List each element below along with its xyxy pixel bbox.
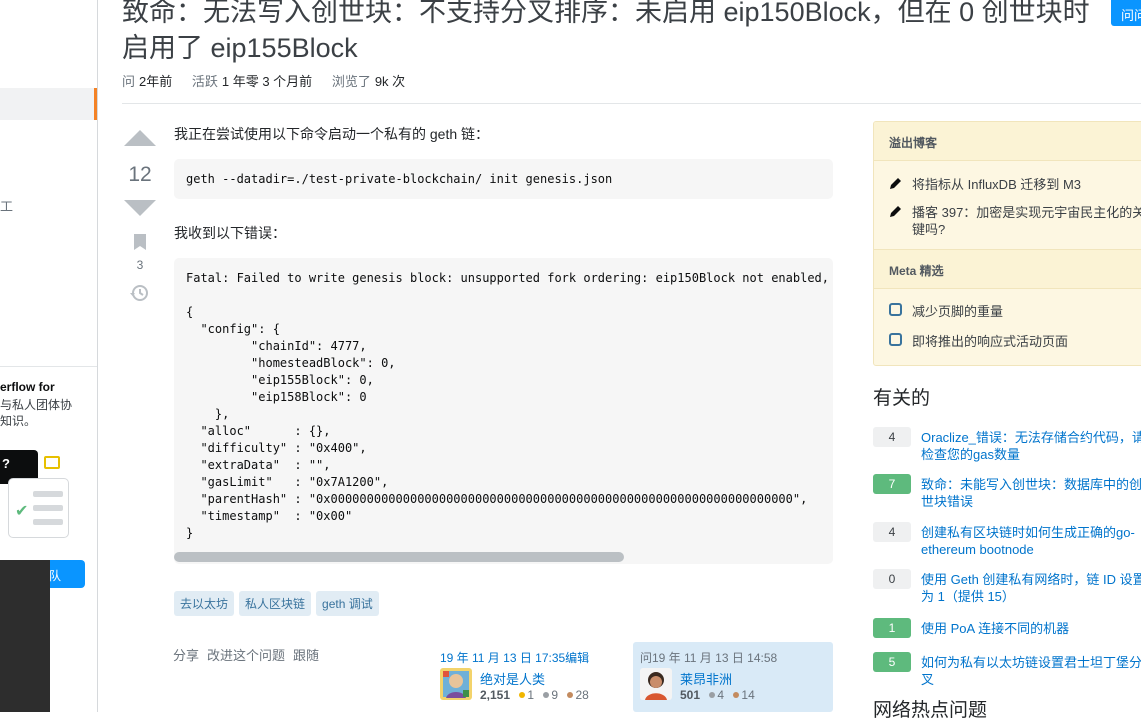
owner-stats: 501 4 14 xyxy=(680,688,755,702)
post-menu: 分享 改进这个问题 跟随 xyxy=(173,645,319,664)
bookmark-icon[interactable] xyxy=(134,234,146,250)
bronze-badge-icon xyxy=(733,692,740,698)
tag-list: 去以太坊 私人区块链 geth 调试 xyxy=(174,591,379,616)
reputation-score: 501 xyxy=(680,688,701,702)
avatar[interactable] xyxy=(640,668,672,700)
related-score-badge: 0 xyxy=(873,569,911,589)
illustration-line xyxy=(33,491,63,497)
promo-title: erflow for xyxy=(0,380,55,394)
meta-viewed: 浏览了 9k 次 xyxy=(331,74,406,89)
related-question-link[interactable]: 使用 Geth 创建私有网络时，链 ID 设置为 1（提供 15） xyxy=(921,571,1141,605)
overflow-blog-widget: 溢出博客 将指标从 InfluxDB 迁移到 M3 播客 397：加密是实现元宇… xyxy=(873,121,1141,366)
error-code-block: Fatal: Failed to write genesis block: un… xyxy=(174,258,833,564)
sidebar-nav-item[interactable]: 工 xyxy=(0,196,13,215)
chat-bubble-icon xyxy=(889,303,902,320)
left-sidebar: 工 erflow for 与私人团体协知识。 ? ✔ 队 xyxy=(0,0,98,712)
edit-time-link[interactable]: 19 年 11 月 13 日 17:35编辑 xyxy=(440,649,589,666)
check-icon: ✔ xyxy=(15,503,29,520)
promo-illustration: ✔ xyxy=(8,478,69,538)
related-heading: 有关的 xyxy=(873,388,931,409)
header-divider xyxy=(122,103,1141,104)
meta-item[interactable]: 减少页脚的重量 xyxy=(889,303,1141,323)
promo-text: 与私人团体协知识。 xyxy=(0,398,73,428)
error-code: Fatal: Failed to write genesis block: un… xyxy=(186,271,829,540)
downvote-arrow-icon[interactable] xyxy=(124,200,156,216)
tag[interactable]: 去以太坊 xyxy=(174,591,235,616)
history-icon[interactable] xyxy=(129,283,149,303)
command-code-block: geth --datadir=./test-private-blockchain… xyxy=(174,159,833,199)
sidebar-nav-active-item[interactable] xyxy=(0,88,97,120)
related-score-badge: 4 xyxy=(873,522,911,542)
blog-item-link[interactable]: 播客 397：加密是实现元宇宙民主化的关键吗? xyxy=(912,204,1141,238)
question-title[interactable]: 致命：无法写入创世块：不支持分叉排序：未启用 eip150Block，但在 0 … xyxy=(122,0,1097,66)
avatar-image xyxy=(640,668,672,700)
share-link[interactable]: 分享 xyxy=(173,645,199,664)
post-paragraph: 我正在尝试使用以下命令启动一个私有的 geth 链： xyxy=(174,126,490,142)
gold-badge-icon xyxy=(519,692,526,698)
post-paragraph: 我收到以下错误： xyxy=(174,225,286,241)
meta-item-link[interactable]: 即将推出的响应式活动页面 xyxy=(912,333,1141,350)
owner-name[interactable]: 莱昂非洲 xyxy=(680,669,732,688)
command-code: geth --datadir=./test-private-blockchain… xyxy=(186,172,613,186)
hot-questions-heading: 网络热点问题 xyxy=(873,700,988,721)
editor-stats: 2,151 1 9 28 xyxy=(480,688,589,702)
editor-name[interactable]: 绝对是人类 xyxy=(480,669,545,688)
owner-card: 问19 年 11 月 13 日 14:58 莱昂非洲 501 4 14 xyxy=(633,642,833,712)
editor-card: 19 年 11 月 13 日 17:35编辑 绝对是人类 2,151 1 9 2… xyxy=(440,642,630,708)
chat-icon xyxy=(44,456,60,469)
divider xyxy=(0,366,97,367)
illustration-line xyxy=(33,519,63,525)
related-question-link[interactable]: Oraclize_错误：无法存储合约代码，请检查您的gas数量 xyxy=(921,429,1141,463)
blog-item[interactable]: 播客 397：加密是实现元宇宙民主化的关键吗? xyxy=(889,204,1141,240)
asked-time: 问19 年 11 月 13 日 14:58 xyxy=(640,651,778,665)
meta-item[interactable]: 即将推出的响应式活动页面 xyxy=(889,333,1141,353)
related-question-link[interactable]: 如何为私有以太坊链设置君士坦丁堡分叉 xyxy=(921,654,1141,688)
bronze-badge-icon xyxy=(567,692,574,698)
chat-bubble-icon xyxy=(889,333,902,350)
related-question-link[interactable]: 致命：未能写入创世块：数据库中的创世块错误 xyxy=(921,476,1141,510)
follow-link[interactable]: 跟随 xyxy=(293,645,319,664)
silver-badge-icon xyxy=(709,692,716,698)
related-score-badge: 7 xyxy=(873,474,911,494)
related-question-link[interactable]: 创建私有区块链时如何生成正确的go-ethereum bootnode xyxy=(921,524,1141,558)
bronze-badge-count: 14 xyxy=(741,688,755,702)
bookmark-count: 3 xyxy=(136,258,144,272)
meta-item-link[interactable]: 减少页脚的重量 xyxy=(912,303,1141,320)
silver-badge-icon xyxy=(543,692,550,698)
related-score-badge: 1 xyxy=(873,618,911,638)
ask-question-button[interactable]: 问问 xyxy=(1111,0,1141,26)
meta-heading: Meta 精选 xyxy=(874,249,1141,289)
avatar-image xyxy=(440,668,472,700)
blog-heading: 溢出博客 xyxy=(874,122,1141,161)
tag[interactable]: 私人区块链 xyxy=(239,591,312,616)
blog-item-link[interactable]: 将指标从 InfluxDB 迁移到 M3 xyxy=(912,176,1141,193)
related-question-link[interactable]: 使用 PoA 连接不同的机器 xyxy=(921,620,1141,637)
silver-badge-count: 4 xyxy=(717,688,725,702)
meta-active[interactable]: 活跃 1 年零 3 个月前 xyxy=(192,74,312,89)
illustration-line xyxy=(33,505,63,511)
gold-badge-count: 1 xyxy=(527,688,535,702)
question-meta: 问 2年前 活跃 1 年零 3 个月前 浏览了 9k 次 xyxy=(122,71,421,90)
improve-question-link[interactable]: 改进这个问题 xyxy=(207,645,285,664)
related-score-badge: 5 xyxy=(873,652,911,672)
upvote-arrow-icon[interactable] xyxy=(124,130,156,146)
avatar[interactable] xyxy=(440,668,472,700)
promo-dark-panel xyxy=(0,560,50,712)
bronze-badge-count: 28 xyxy=(575,688,589,702)
tag[interactable]: geth 调试 xyxy=(316,591,379,616)
code-scrollbar[interactable] xyxy=(174,552,624,562)
reputation-score: 2,151 xyxy=(480,688,511,702)
pencil-icon xyxy=(889,204,903,222)
silver-badge-count: 9 xyxy=(551,688,559,702)
blog-item[interactable]: 将指标从 InfluxDB 迁移到 M3 xyxy=(889,176,1141,196)
pencil-icon xyxy=(889,176,903,194)
meta-asked: 问 2年前 xyxy=(122,74,173,89)
vote-count: 12 xyxy=(128,163,152,186)
related-score-badge: 4 xyxy=(873,427,911,447)
